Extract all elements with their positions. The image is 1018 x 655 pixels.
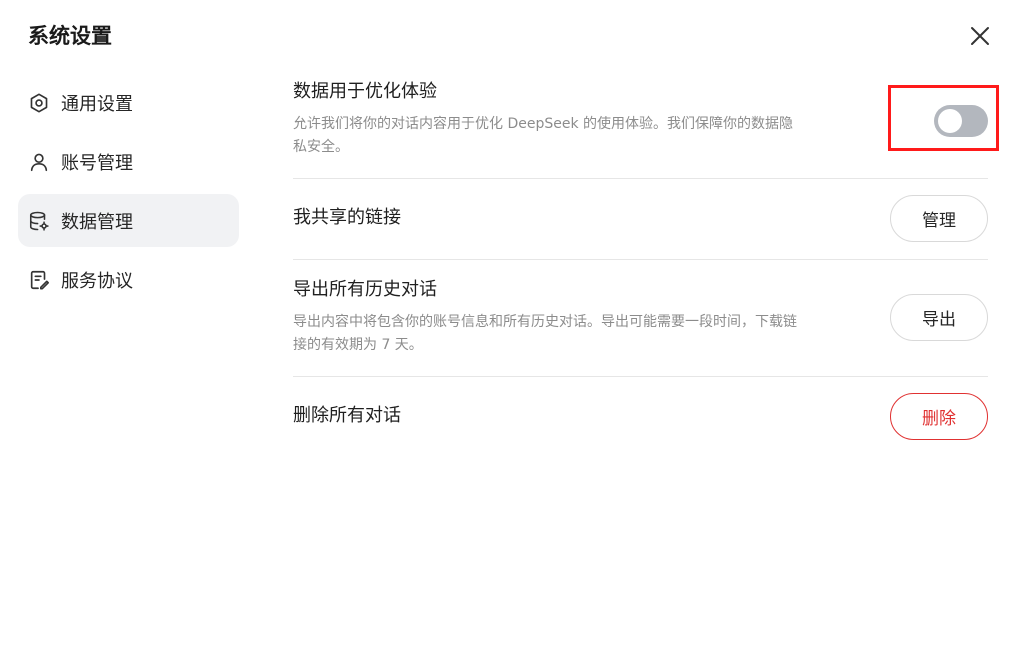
sidebar-item-label: 通用设置 <box>61 93 133 115</box>
setting-description: 允许我们将你的对话内容用于优化 DeepSeek 的使用体验。我们保障你的数据隐… <box>293 116 794 155</box>
setting-description: 导出内容中将包含你的账号信息和所有历史对话。导出可能需要一段时间，下载链接的有效… <box>293 314 797 353</box>
setting-row-delete: 删除所有对话 删除 <box>293 377 988 457</box>
user-icon <box>28 151 50 173</box>
setting-row-shared-links: 我共享的链接 管理 <box>293 179 988 260</box>
sidebar-item-label: 数据管理 <box>61 211 133 233</box>
settings-content: 数据用于优化体验 允许我们将你的对话内容用于优化 DeepSeek 的使用体验。… <box>293 66 988 457</box>
setting-title: 数据用于优化体验 <box>293 81 437 102</box>
sidebar-item-account[interactable]: 账号管理 <box>18 135 239 188</box>
manage-links-button[interactable]: 管理 <box>890 195 988 242</box>
document-icon <box>28 269 50 291</box>
sidebar-item-label: 账号管理 <box>61 152 133 174</box>
setting-row-export: 导出所有历史对话 导出内容中将包含你的账号信息和所有历史对话。导出可能需要一段时… <box>293 260 988 377</box>
close-icon <box>971 27 989 45</box>
dialog-title: 系统设置 <box>28 24 112 48</box>
gear-icon <box>28 92 50 114</box>
delete-all-button[interactable]: 删除 <box>890 393 988 440</box>
sidebar: 通用设置 账号管理 数据管理 服务协议 <box>18 76 239 312</box>
sidebar-item-terms[interactable]: 服务协议 <box>18 253 239 306</box>
settings-dialog: 系统设置 通用设置 账号管理 数据管理 服务协议 数据用于优化体验 允许我们将你… <box>0 0 1018 655</box>
setting-row-optimize: 数据用于优化体验 允许我们将你的对话内容用于优化 DeepSeek 的使用体验。… <box>293 66 988 179</box>
sidebar-item-general[interactable]: 通用设置 <box>18 76 239 129</box>
database-icon <box>28 210 50 232</box>
close-button[interactable] <box>962 18 998 54</box>
export-button[interactable]: 导出 <box>890 294 988 341</box>
toggle-knob <box>938 109 962 133</box>
sidebar-item-data[interactable]: 数据管理 <box>18 194 239 247</box>
sidebar-item-label: 服务协议 <box>61 270 133 292</box>
setting-title: 删除所有对话 <box>293 405 401 426</box>
optimize-toggle[interactable] <box>934 105 988 137</box>
setting-title: 导出所有历史对话 <box>293 279 437 300</box>
setting-title: 我共享的链接 <box>293 207 401 228</box>
